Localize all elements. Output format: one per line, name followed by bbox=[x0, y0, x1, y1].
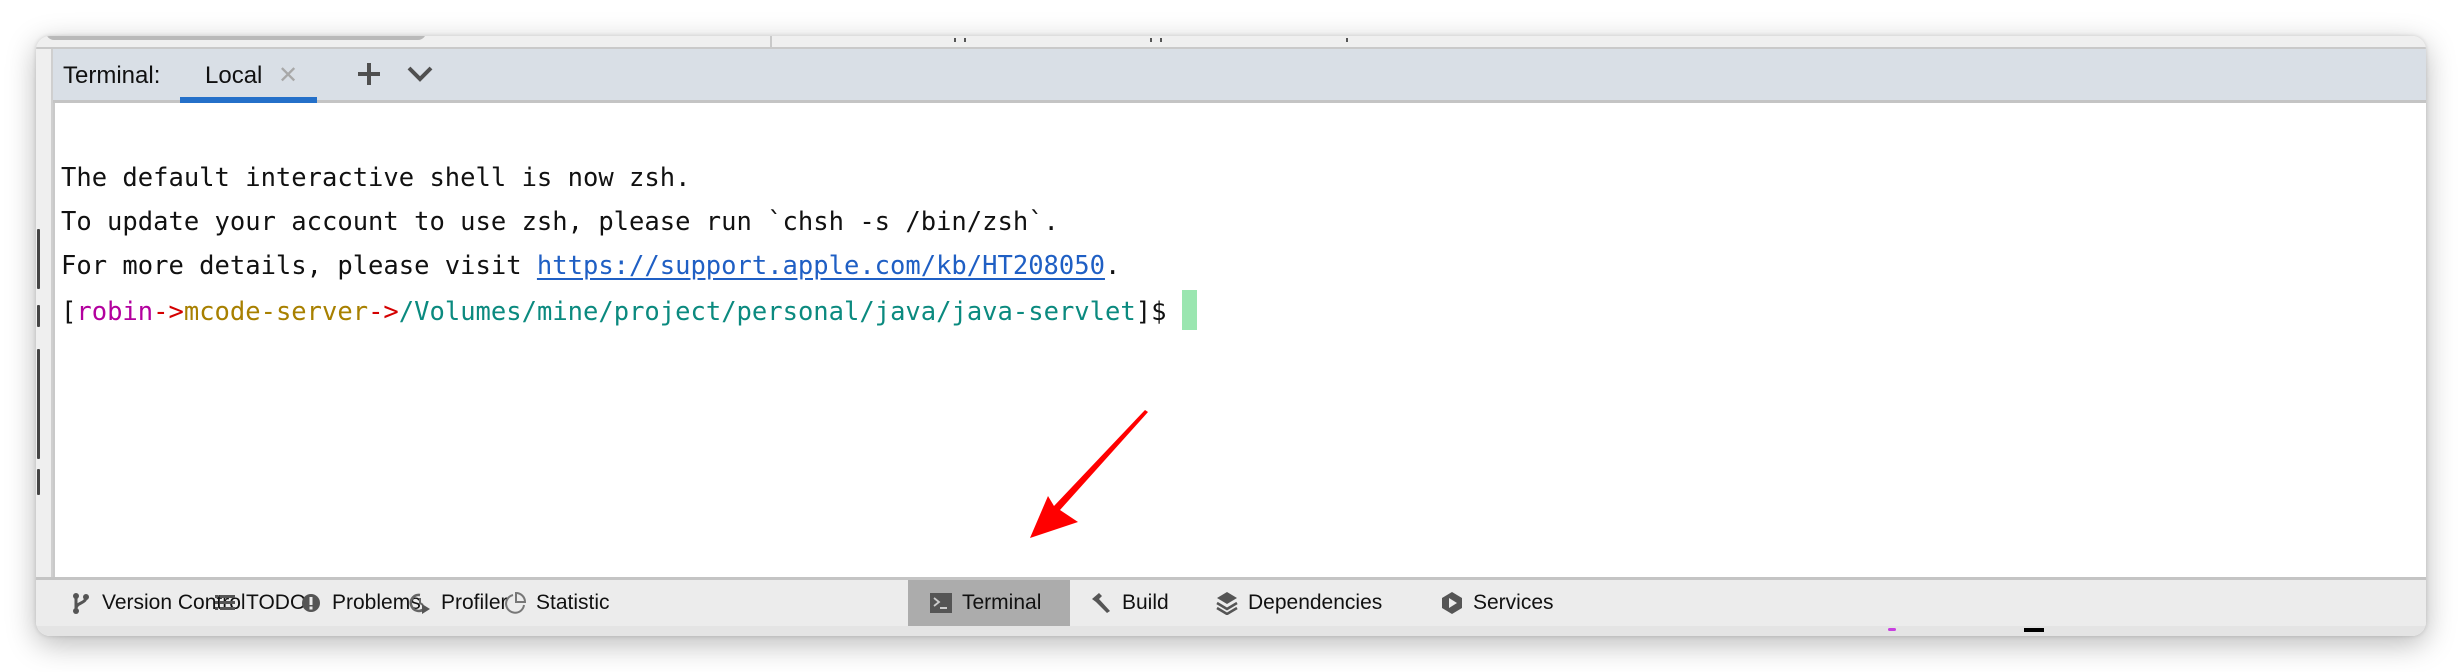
prompt-user: robin bbox=[76, 297, 154, 327]
left-tool-stripe[interactable] bbox=[36, 49, 53, 614]
layers-icon bbox=[1216, 592, 1238, 615]
support-link[interactable]: https://support.apple.com/kb/HT208050 bbox=[537, 251, 1105, 281]
clipped-text bbox=[1160, 38, 1162, 42]
terminal-panel-title: Terminal: bbox=[63, 62, 161, 89]
clipped-text bbox=[1346, 38, 1348, 42]
editor-bottom-edge bbox=[36, 36, 2426, 49]
close-icon[interactable]: ✕ bbox=[278, 61, 298, 90]
tool-window-label: Build bbox=[1122, 591, 1169, 614]
tool-window-statistic[interactable]: Statistic bbox=[504, 580, 610, 626]
tab-local-label: Local bbox=[205, 62, 263, 89]
output-line: To update your account to use zsh, pleas… bbox=[61, 207, 1059, 237]
text-cursor bbox=[1182, 290, 1198, 330]
terminal-output[interactable]: The default interactive shell is now zsh… bbox=[53, 103, 2426, 614]
chevron-down-icon[interactable] bbox=[403, 57, 437, 91]
clipped-text bbox=[954, 38, 956, 42]
ide-window: Terminal: Local ✕ The default interactiv… bbox=[36, 36, 2426, 636]
prompt-host: mcode-server bbox=[183, 297, 369, 327]
tool-window-label: TODO bbox=[246, 591, 307, 614]
vertical-tab-label[interactable] bbox=[37, 349, 40, 459]
shell-prompt: [robin->mcode-server->/Volumes/mine/proj… bbox=[61, 290, 1198, 333]
prompt-open-bracket: [ bbox=[61, 297, 77, 327]
tool-window-label: Terminal bbox=[962, 591, 1042, 614]
profiler-icon bbox=[409, 592, 431, 614]
plus-icon[interactable] bbox=[353, 57, 385, 91]
status-indicator bbox=[1888, 628, 1896, 631]
tool-window-todo[interactable]: TODO bbox=[214, 580, 306, 626]
prompt-separator: -> bbox=[153, 297, 184, 327]
exclamation-circle-icon bbox=[300, 592, 322, 614]
details-prefix: For more details, please visit bbox=[61, 251, 537, 281]
prompt-close: ]$ bbox=[1135, 297, 1167, 327]
list-icon bbox=[214, 592, 236, 614]
details-suffix: . bbox=[1104, 251, 1121, 281]
prompt-path: /Volumes/mine/project/personal/java/java… bbox=[398, 297, 1136, 327]
tool-window-terminal[interactable]: Terminal bbox=[908, 580, 1070, 626]
status-indicator bbox=[2024, 628, 2044, 632]
hammer-icon bbox=[1090, 592, 1112, 614]
tool-window-label: Services bbox=[1473, 591, 1554, 614]
tool-window-dependencies[interactable]: Dependencies bbox=[1216, 580, 1382, 626]
pie-chart-icon bbox=[504, 592, 526, 614]
tool-window-label: Problems bbox=[332, 591, 421, 614]
vertical-tab-label[interactable] bbox=[37, 229, 40, 289]
status-bar bbox=[36, 626, 2426, 636]
output-line: For more details, please visit https://s… bbox=[61, 249, 1120, 283]
vertical-tab-icon[interactable] bbox=[37, 305, 40, 327]
clipped-text bbox=[1150, 38, 1152, 42]
tool-window-services[interactable]: Services bbox=[1441, 580, 1554, 626]
tab-local[interactable]: Local ✕ bbox=[180, 49, 317, 103]
tool-window-profiler[interactable]: Profiler bbox=[409, 580, 508, 626]
branch-icon bbox=[70, 592, 92, 614]
tool-window-label: Profiler bbox=[441, 591, 508, 614]
services-icon bbox=[1441, 592, 1463, 614]
split-divider[interactable] bbox=[770, 36, 772, 47]
tool-window-problems[interactable]: Problems bbox=[300, 580, 421, 626]
clipped-text bbox=[964, 38, 966, 42]
prompt-separator: -> bbox=[368, 297, 399, 327]
output-line: The default interactive shell is now zsh… bbox=[61, 163, 691, 193]
terminal-tab-bar: Terminal: Local ✕ bbox=[53, 49, 2426, 103]
tool-window-label: Statistic bbox=[536, 591, 610, 614]
terminal-icon bbox=[930, 592, 952, 614]
tool-window-label: Dependencies bbox=[1248, 591, 1383, 614]
horizontal-scrollbar[interactable] bbox=[46, 36, 426, 40]
vertical-tab-icon[interactable] bbox=[37, 469, 40, 495]
tool-window-bar: Version Control TODO Problems Profiler S… bbox=[36, 577, 2426, 629]
tool-window-build[interactable]: Build bbox=[1090, 580, 1169, 626]
